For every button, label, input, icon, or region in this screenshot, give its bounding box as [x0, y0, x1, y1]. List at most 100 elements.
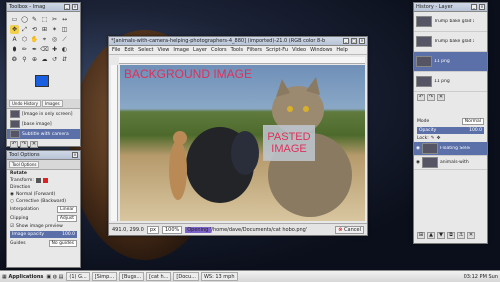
radio-normal[interactable]: ◉	[10, 192, 14, 197]
menu-scriptfu[interactable]: Script-Fu	[266, 47, 288, 53]
menu-file[interactable]: File	[112, 47, 120, 53]
tool-icon[interactable]: ⌖	[40, 35, 49, 44]
image-canvas[interactable]: BACKGROUND IMAGE PASTED IMAGE	[120, 65, 365, 221]
guides-select[interactable]: No guides	[48, 240, 77, 247]
history-entry[interactable]: 11 png	[414, 72, 487, 92]
history-entry[interactable]: 11 png	[414, 52, 487, 72]
tool-icon[interactable]: ◐	[60, 45, 69, 54]
clear-icon[interactable]: ✕	[437, 94, 445, 101]
tool-icon[interactable]: ⊞	[40, 25, 49, 34]
menu-select[interactable]: Select	[138, 47, 153, 53]
cancel-button[interactable]: ⊗ Cancel	[335, 225, 364, 234]
history-item-current[interactable]: Subtitle with camera	[7, 129, 80, 139]
tool-icon[interactable]: ⬚	[40, 15, 49, 24]
maximize-icon[interactable]: □	[351, 38, 357, 44]
tool-options-titlebar[interactable]: Tool Options ×	[7, 151, 80, 160]
tool-icon[interactable]: ✎	[30, 15, 39, 24]
transform-layer-icon[interactable]	[35, 178, 41, 183]
radio-corrective[interactable]: ○	[10, 199, 14, 204]
tool-icon[interactable]: A	[10, 35, 19, 44]
tool-icon[interactable]: ✋	[30, 35, 39, 44]
menu-layer[interactable]: Layer	[193, 47, 207, 53]
tool-icon[interactable]: ✂	[50, 15, 59, 24]
minimize-icon[interactable]: _	[64, 4, 70, 10]
minimize-icon[interactable]: _	[343, 38, 349, 44]
menu-help[interactable]: Help	[336, 47, 347, 53]
close-icon[interactable]: ×	[72, 152, 78, 158]
applications-menu[interactable]: ▦ Applications	[2, 274, 43, 280]
taskbar-item[interactable]: [cat h...	[146, 272, 172, 281]
tool-icon[interactable]: ▭	[10, 15, 19, 24]
pasted-image-box[interactable]: PASTED IMAGE	[263, 125, 315, 161]
mode-select[interactable]: Normal	[461, 118, 484, 125]
eye-icon[interactable]: ◉	[416, 146, 420, 151]
interpolation-select[interactable]: Linear	[57, 206, 77, 213]
toolbox-titlebar[interactable]: Toolbox - Imag _ ×	[7, 3, 80, 12]
clock[interactable]: 03:12 PM Sun	[464, 274, 498, 280]
tool-icon[interactable]: ❂	[10, 55, 19, 64]
tool-icon[interactable]: ◎	[50, 35, 59, 44]
undo-icon[interactable]: ↶	[10, 141, 18, 148]
transform-selection-icon[interactable]	[42, 178, 48, 183]
tool-icon[interactable]: ⤢	[20, 25, 29, 34]
tool-icon[interactable]: ⊕	[30, 55, 39, 64]
tool-icon[interactable]: ✥	[10, 25, 19, 34]
taskbar-item[interactable]: [Bugs...	[119, 272, 145, 281]
lock-position-icon[interactable]: ✥	[437, 136, 441, 141]
taskbar-item[interactable]: [Simp...	[91, 272, 118, 281]
tool-icon[interactable]: ⬮	[10, 45, 19, 54]
close-icon[interactable]: ×	[359, 38, 365, 44]
taskbar-item[interactable]: (1) G...	[66, 272, 90, 281]
fg-color-swatch[interactable]	[35, 75, 49, 87]
history-entry[interactable]: Trump bake glad ann	[414, 12, 487, 32]
history-item[interactable]: [Image in only screen]	[7, 109, 80, 119]
lock-pixels-icon[interactable]: ✎	[431, 136, 435, 141]
delete-layer-icon[interactable]: ✕	[467, 232, 475, 239]
tool-icon[interactable]: ↔	[60, 15, 69, 24]
tab-images[interactable]: Images	[41, 100, 63, 107]
menu-video[interactable]: Video	[292, 47, 306, 53]
tool-icon[interactable]: ◯	[20, 15, 29, 24]
duplicate-layer-icon[interactable]: ⧉	[447, 232, 455, 239]
menu-filters[interactable]: Filters	[247, 47, 262, 53]
horizontal-ruler[interactable]	[119, 57, 365, 64]
lower-layer-icon[interactable]: ▼	[437, 232, 445, 239]
close-icon[interactable]: ×	[72, 4, 78, 10]
clipping-select[interactable]: Adjust	[56, 215, 77, 222]
layers-titlebar[interactable]: History - Layer _ ×	[414, 3, 487, 12]
tab-tool-options[interactable]: Tool Options	[9, 161, 40, 168]
tool-icon[interactable]: ✚	[50, 45, 59, 54]
tool-icon[interactable]: ⌫	[40, 45, 49, 54]
terminal-icon[interactable]: ▣	[46, 274, 51, 280]
menu-edit[interactable]: Edit	[124, 47, 134, 53]
taskbar-item[interactable]: [Docu...	[173, 272, 199, 281]
history-item[interactable]: [base image]	[7, 119, 80, 129]
image-opacity-slider[interactable]: Image opacity 100.0	[10, 231, 77, 238]
tool-icon[interactable]: ✏	[20, 45, 29, 54]
vertical-ruler[interactable]	[111, 65, 118, 221]
menu-windows[interactable]: Windows	[310, 47, 332, 53]
undo-icon[interactable]: ↶	[417, 94, 425, 101]
raise-layer-icon[interactable]: ▲	[427, 232, 435, 239]
menu-colors[interactable]: Colors	[211, 47, 227, 53]
zoom-select[interactable]: 100%	[161, 225, 183, 234]
files-icon[interactable]: ▤	[59, 274, 64, 280]
layer-opacity-slider[interactable]: Opacity 100.0	[417, 127, 484, 134]
eye-icon[interactable]: ◉	[416, 160, 420, 165]
taskbar-item[interactable]: WS: 13 mph	[200, 272, 238, 281]
new-layer-icon[interactable]: ⊞	[417, 232, 425, 239]
tool-icon[interactable]: ◫	[60, 25, 69, 34]
menu-tools[interactable]: Tools	[231, 47, 243, 53]
history-entry[interactable]: Trump bake glad ann	[414, 32, 487, 52]
tool-icon[interactable]: ☁	[40, 55, 49, 64]
layer-row-background[interactable]: ◉ animals-with	[414, 156, 487, 170]
tool-icon[interactable]: ⟋	[60, 35, 69, 44]
tool-icon[interactable]: ⚲	[20, 55, 29, 64]
tool-icon[interactable]: ✶	[50, 25, 59, 34]
tab-undo-history[interactable]: Undo History	[9, 100, 41, 107]
tool-icon[interactable]: ⬡	[20, 35, 29, 44]
anchor-layer-icon[interactable]: ⚓	[457, 232, 465, 239]
tool-icon[interactable]: ⟲	[30, 25, 39, 34]
redo-icon[interactable]: ↷	[20, 141, 28, 148]
unit-select[interactable]: px	[146, 225, 159, 234]
